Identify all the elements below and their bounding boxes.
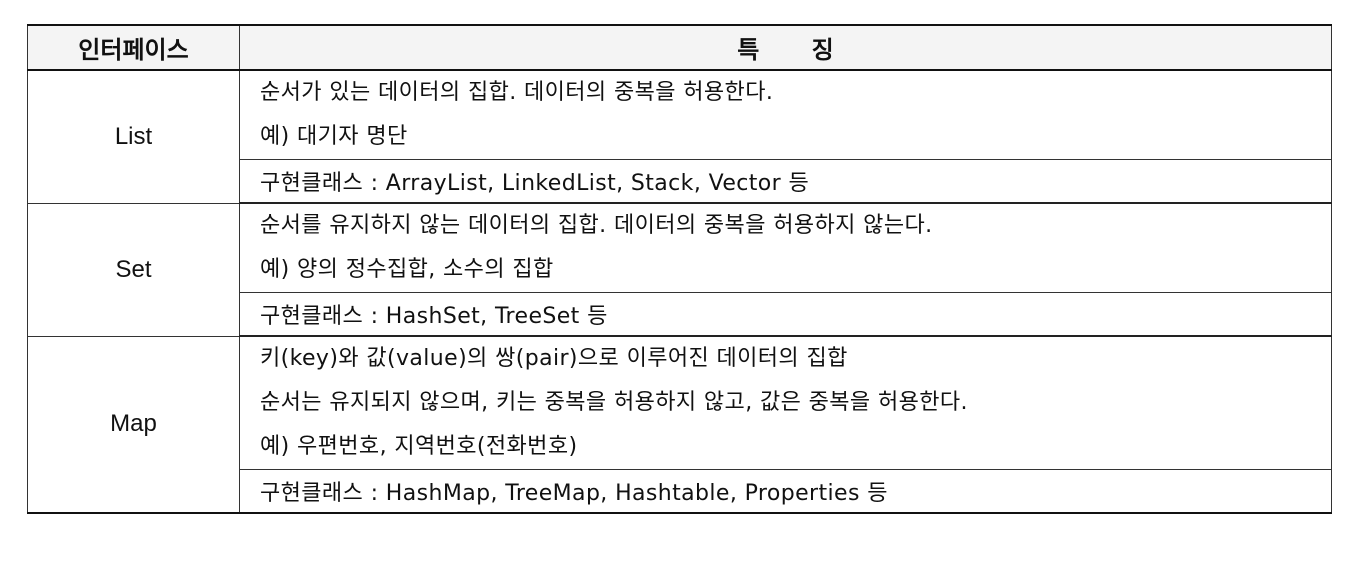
table-row-list-desc: List 순서가 있는 데이터의 집합. 데이터의 중복을 허용한다. 예) 대… — [27, 69, 1332, 204]
list-desc-line-1: 순서가 있는 데이터의 집합. 데이터의 중복을 허용한다. — [260, 80, 774, 105]
feature-column-header: 특 징 — [239, 24, 1332, 71]
table-row-set-desc: Set 순서를 유지하지 않는 데이터의 집합. 데이터의 중복을 허용하지 않… — [27, 202, 1332, 337]
set-description: 순서를 유지하지 않는 데이터의 집합. 데이터의 중복을 허용하지 않는다. … — [239, 202, 1332, 293]
interface-name-list: List — [27, 69, 240, 204]
map-implementations: 구현클래스 : HashMap, TreeMap, Hashtable, Pro… — [239, 469, 1332, 514]
interface-name-map: Map — [27, 335, 240, 514]
table-header-row: 인터페이스 특 징 — [27, 24, 1332, 71]
set-implementations: 구현클래스 : HashSet, TreeSet 등 — [239, 292, 1332, 337]
interface-name-set: Set — [27, 202, 240, 337]
map-description: 키(key)와 값(value)의 쌍(pair)으로 이루어진 데이터의 집합… — [239, 335, 1332, 470]
list-desc-line-2: 예) 대기자 명단 — [260, 124, 408, 149]
list-implementations: 구현클래스 : ArrayList, LinkedList, Stack, Ve… — [239, 159, 1332, 204]
list-description: 순서가 있는 데이터의 집합. 데이터의 중복을 허용한다. 예) 대기자 명단 — [239, 69, 1332, 160]
set-desc-line-2: 예) 양의 정수집합, 소수의 집합 — [260, 257, 554, 282]
map-desc-line-3: 예) 우편번호, 지역번호(전화번호) — [260, 434, 578, 459]
interface-column-header: 인터페이스 — [27, 24, 240, 71]
table-row-map-desc: Map 키(key)와 값(value)의 쌍(pair)으로 이루어진 데이터… — [27, 335, 1332, 514]
map-desc-line-2: 순서는 유지되지 않으며, 키는 중복을 허용하지 않고, 값은 중복을 허용한… — [260, 390, 968, 415]
collection-interfaces-table: 인터페이스 특 징 List 순서가 있는 데이터의 집합. 데이터의 중복을 … — [27, 24, 1332, 514]
set-desc-line-1: 순서를 유지하지 않는 데이터의 집합. 데이터의 중복을 허용하지 않는다. — [260, 213, 933, 238]
page: 인터페이스 특 징 List 순서가 있는 데이터의 집합. 데이터의 중복을 … — [0, 0, 1358, 564]
map-desc-line-1: 키(key)와 값(value)의 쌍(pair)으로 이루어진 데이터의 집합 — [260, 346, 848, 371]
